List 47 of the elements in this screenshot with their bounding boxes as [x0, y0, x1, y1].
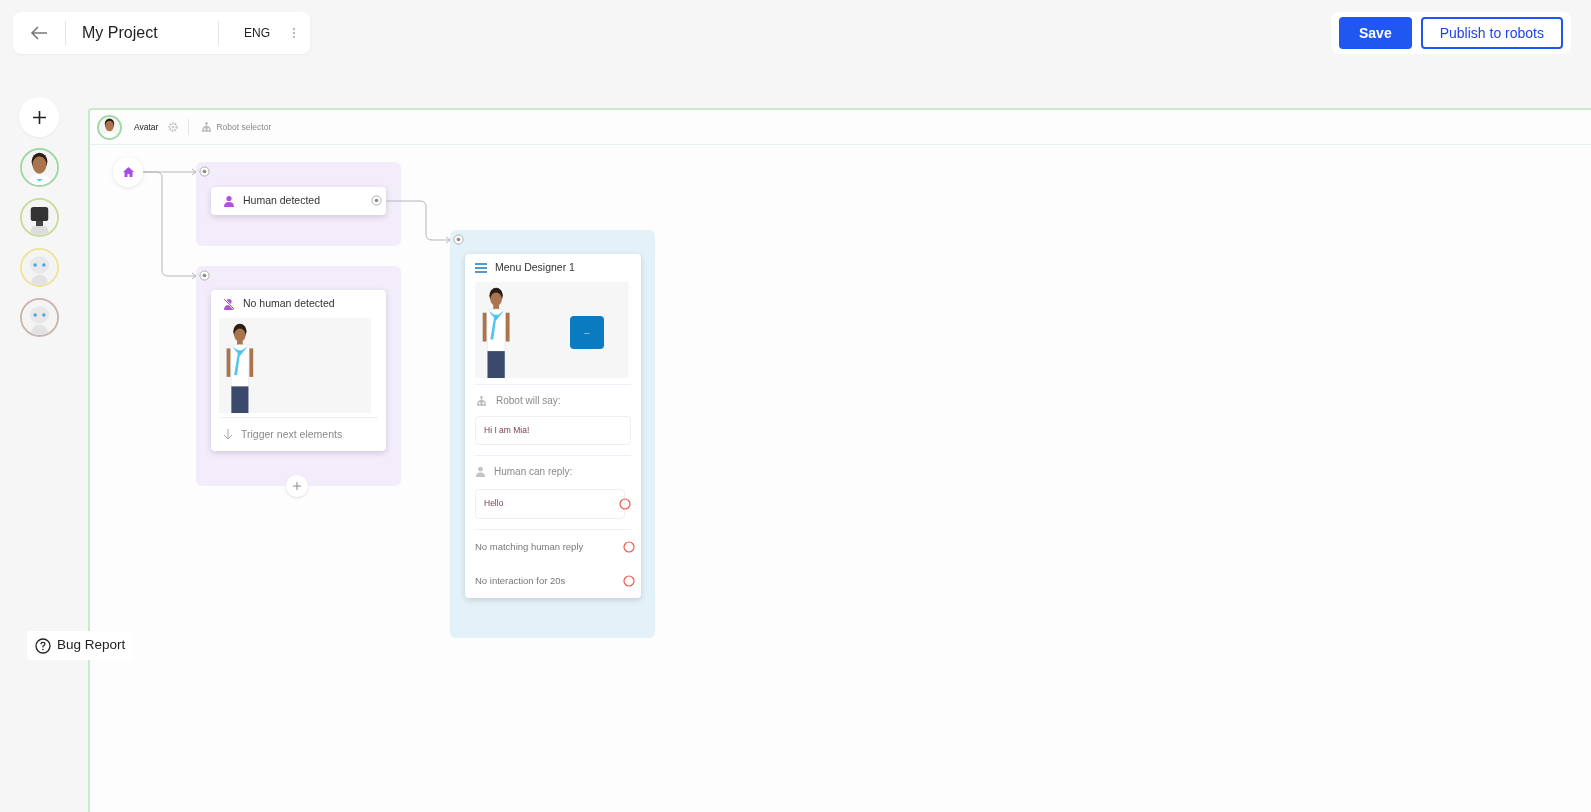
publish-button[interactable]: Publish to robots: [1420, 17, 1563, 49]
robot-avatar[interactable]: [19, 148, 59, 187]
home-icon: [122, 167, 134, 177]
avatar-label: Avatar: [134, 120, 159, 134]
language-button[interactable]: ENG: [244, 24, 270, 42]
output-port-icon[interactable]: [623, 575, 635, 587]
port-icon[interactable]: [199, 270, 210, 281]
robot-selector[interactable]: Robot selector: [216, 120, 272, 134]
help-icon: [35, 637, 51, 654]
back-arrow-icon: [30, 26, 48, 40]
arrow-down-icon: [223, 429, 233, 440]
add-button[interactable]: [19, 97, 59, 137]
robot-icon: [475, 394, 488, 407]
more-icon[interactable]: [292, 27, 296, 39]
port-icon[interactable]: [199, 166, 210, 177]
output-port-icon[interactable]: [619, 498, 631, 510]
project-title: My Project: [81, 23, 159, 43]
node-title: No human detected: [243, 296, 335, 312]
port-icon[interactable]: [371, 195, 382, 206]
plus-icon: [293, 482, 301, 490]
settings-icon[interactable]: [168, 122, 179, 132]
port-icon[interactable]: [453, 234, 464, 245]
person-off-icon: [223, 298, 235, 310]
menu-icon: [475, 263, 487, 273]
trigger-card[interactable]: Human detected: [211, 187, 386, 215]
section-label: Robot will say:: [496, 394, 561, 408]
robot-avatar[interactable]: [19, 198, 59, 237]
trigger-card[interactable]: No human detected Trigger next elements: [211, 290, 386, 451]
reply-field[interactable]: Hello: [475, 489, 625, 519]
menu-option-button[interactable]: --: [570, 316, 604, 349]
add-button[interactable]: [286, 475, 308, 497]
menu-card[interactable]: Menu Designer 1 -- Robot will say: Hi I am Mia! Human can reply: Hello No matching human reply No interaction for 20s: [465, 254, 641, 598]
node-title: Human detected: [243, 193, 321, 209]
save-button[interactable]: Save: [1339, 17, 1412, 49]
footer-text: Trigger next elements: [241, 426, 343, 442]
plus-icon: [32, 110, 46, 124]
connector-arrow: [385, 200, 451, 244]
node-title: Menu Designer 1: [495, 260, 575, 276]
person-icon: [475, 466, 486, 477]
start-node[interactable]: [113, 157, 143, 187]
robot-icon: [200, 121, 214, 133]
output-port-icon[interactable]: [623, 541, 635, 553]
person-icon: [223, 195, 235, 207]
section-label: Human can reply:: [494, 465, 573, 479]
outcome-label: No interaction for 20s: [475, 573, 566, 588]
speech-field[interactable]: Hi I am Mia!: [475, 416, 631, 445]
outcome-label: No matching human reply: [475, 539, 584, 554]
